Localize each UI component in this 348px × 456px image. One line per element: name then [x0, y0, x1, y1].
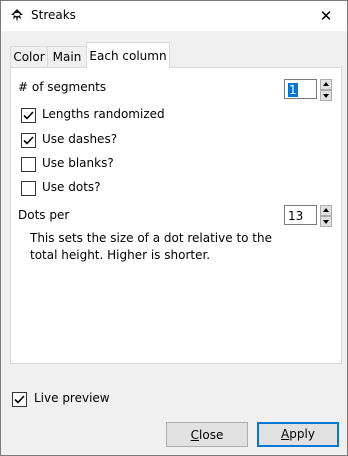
segments-value: 1 [288, 83, 298, 97]
tab-each-column[interactable]: Each column [86, 42, 170, 69]
use-dashes-label: Use dashes? [42, 132, 118, 146]
use-blanks-label: Use blanks? [42, 156, 114, 170]
close-button[interactable]: Close [166, 422, 248, 447]
use-dashes-checkbox[interactable] [21, 133, 36, 148]
dots-per-spin-buttons[interactable] [320, 205, 332, 227]
checkmark-icon [23, 136, 34, 145]
use-dots-label: Use dots? [42, 180, 101, 194]
dots-per-label: Dots per [18, 208, 70, 222]
segments-decrement-icon[interactable] [320, 90, 332, 101]
close-mnemonic: C [190, 428, 200, 442]
segments-increment-icon[interactable] [320, 79, 332, 90]
lengths-randomized-label: Lengths randomized [42, 107, 165, 121]
segments-spin-buttons[interactable] [320, 79, 332, 101]
checkmark-icon [23, 111, 34, 120]
title-bar: Streaks ✕ [1, 1, 347, 31]
use-dots-checkbox[interactable] [21, 181, 36, 196]
dots-per-description: This sets the size of a dot relative to … [30, 231, 272, 262]
tab-panel: # of segments 1 Lengths randomized Use d… [10, 67, 342, 364]
apply-label-rest: pply [289, 427, 315, 441]
segments-field[interactable]: 1 [284, 79, 317, 99]
use-blanks-checkbox[interactable] [21, 157, 36, 172]
lengths-randomized-checkbox[interactable] [21, 108, 36, 123]
dots-per-field[interactable]: 13 [284, 205, 317, 225]
dots-per-spinbox[interactable]: 13 [284, 205, 334, 227]
tab-color[interactable]: Color [10, 46, 48, 68]
close-label-rest: lose [199, 428, 224, 442]
dialog-window: Streaks ✕ Color Main Each column # of se… [0, 0, 348, 456]
checkmark-icon [14, 395, 25, 404]
window-title: Streaks [31, 8, 76, 22]
close-window-icon[interactable]: ✕ [313, 3, 339, 29]
live-preview-checkbox[interactable] [12, 392, 27, 407]
dots-per-decrement-icon[interactable] [320, 216, 332, 227]
inkscape-icon [11, 9, 23, 22]
segments-label: # of segments [18, 80, 107, 94]
dots-per-increment-icon[interactable] [320, 205, 332, 216]
live-preview-label: Live preview [34, 391, 110, 405]
tab-main[interactable]: Main [47, 46, 87, 68]
apply-button[interactable]: Apply [257, 422, 339, 447]
segments-spinbox[interactable]: 1 [284, 79, 334, 101]
